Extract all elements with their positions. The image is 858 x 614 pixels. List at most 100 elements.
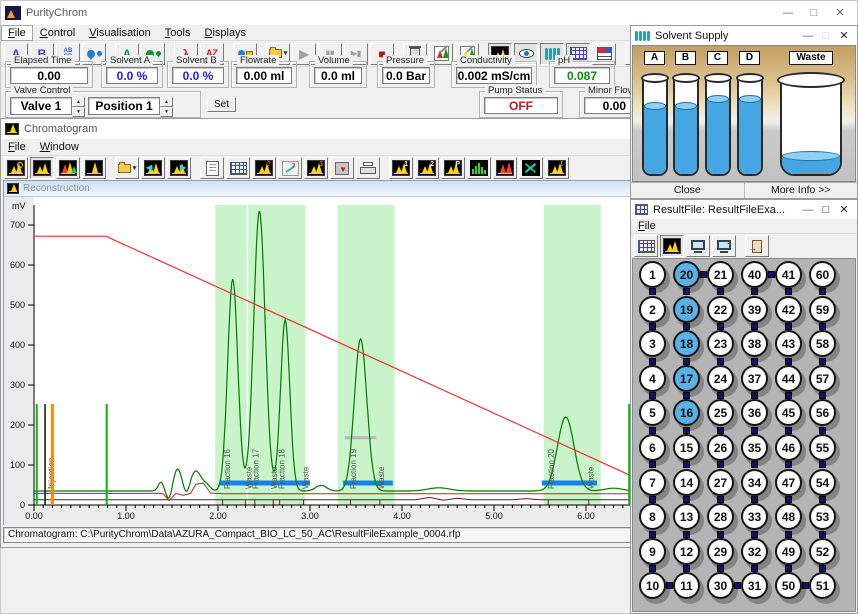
well-2[interactable]: 2 bbox=[639, 296, 666, 323]
menu-control[interactable]: Control bbox=[33, 25, 82, 41]
chromatogram-display-button[interactable] bbox=[30, 157, 54, 179]
well-55[interactable]: 55 bbox=[809, 434, 836, 461]
peak-identification-button[interactable]: ? bbox=[252, 157, 276, 179]
calibration-help-button[interactable]: ? bbox=[278, 157, 302, 179]
well-32[interactable]: 32 bbox=[741, 538, 768, 565]
report-view-button[interactable] bbox=[686, 235, 710, 257]
exit-resultfile-button[interactable]: → bbox=[745, 235, 769, 257]
resultfile-minimize-button[interactable]: — bbox=[799, 201, 817, 219]
well-39[interactable]: 39 bbox=[741, 296, 768, 323]
multi-signal-display-button[interactable] bbox=[56, 157, 80, 179]
peak-calculation-button[interactable]: 3 bbox=[304, 157, 328, 179]
chromatogram-view-button[interactable] bbox=[660, 235, 684, 257]
add-report-button[interactable]: + bbox=[712, 235, 736, 257]
resultfile-close-button[interactable]: ✕ bbox=[835, 201, 853, 219]
well-9[interactable]: 9 bbox=[639, 538, 666, 565]
well-23[interactable]: 23 bbox=[707, 330, 734, 357]
well-54[interactable]: 54 bbox=[809, 469, 836, 496]
well-13[interactable]: 13 bbox=[673, 503, 700, 530]
maximize-button[interactable]: □ bbox=[801, 4, 827, 22]
rack-view-button[interactable] bbox=[634, 235, 658, 257]
well-24[interactable]: 24 bbox=[707, 365, 734, 392]
menu-file[interactable]: File bbox=[1, 25, 33, 41]
solvent-more-info-action[interactable]: More Info >> bbox=[745, 183, 858, 198]
well-8[interactable]: 8 bbox=[639, 503, 666, 530]
well-40[interactable]: 40 bbox=[741, 261, 768, 288]
xy-display-button[interactable] bbox=[519, 157, 543, 179]
reconstruction-chart[interactable]: 0100200300400500600700mV0.001.002.003.00… bbox=[4, 197, 637, 525]
menu-window[interactable]: Window bbox=[33, 139, 86, 155]
well-37[interactable]: 37 bbox=[741, 365, 768, 392]
menu-visualisation[interactable]: Visualisation bbox=[82, 25, 158, 41]
resultfile-maximize-button[interactable]: □ bbox=[817, 201, 835, 219]
well-33[interactable]: 33 bbox=[741, 503, 768, 530]
well-18[interactable]: 18 bbox=[673, 330, 700, 357]
solvent-maximize-button[interactable]: □ bbox=[817, 27, 835, 45]
well-59[interactable]: 59 bbox=[809, 296, 836, 323]
valve-select[interactable]: Valve 1 bbox=[10, 97, 72, 115]
valve-spinner[interactable]: ▲▼ bbox=[72, 97, 85, 115]
print-button[interactable] bbox=[356, 157, 380, 179]
integration-settings-button[interactable] bbox=[226, 157, 250, 179]
well-58[interactable]: 58 bbox=[809, 330, 836, 357]
chart-area[interactable]: 0100200300400500600700mV0.001.002.003.00… bbox=[4, 197, 637, 525]
well-38[interactable]: 38 bbox=[741, 330, 768, 357]
well-44[interactable]: 44 bbox=[775, 365, 802, 392]
next-chromatogram-button[interactable]: ▶ bbox=[167, 157, 191, 179]
set-valve-button[interactable]: Set bbox=[207, 97, 236, 112]
bar-display-button[interactable] bbox=[467, 157, 491, 179]
menu-displays[interactable]: Displays bbox=[197, 25, 253, 41]
report-settings-button[interactable] bbox=[200, 157, 224, 179]
well-42[interactable]: 42 bbox=[775, 296, 802, 323]
well-1[interactable]: 1 bbox=[639, 261, 666, 288]
position-spinner[interactable]: ▲▼ bbox=[160, 97, 173, 115]
well-14[interactable]: 14 bbox=[673, 469, 700, 496]
well-26[interactable]: 26 bbox=[707, 434, 734, 461]
menu-file[interactable]: File bbox=[631, 218, 663, 234]
export-data-button[interactable]: ▼ bbox=[330, 157, 354, 179]
baseline-display-button[interactable]: ! bbox=[545, 157, 569, 179]
well-41[interactable]: 41 bbox=[775, 261, 802, 288]
well-15[interactable]: 15 bbox=[673, 434, 700, 461]
well-35[interactable]: 35 bbox=[741, 434, 768, 461]
well-49[interactable]: 49 bbox=[775, 538, 802, 565]
view-preset-2-button[interactable]: 2 bbox=[415, 157, 439, 179]
minimize-button[interactable]: — bbox=[775, 4, 801, 22]
view-preset-p-button[interactable]: P bbox=[441, 157, 465, 179]
view-preset-1-button[interactable]: 1 bbox=[389, 157, 413, 179]
well-46[interactable]: 46 bbox=[775, 434, 802, 461]
previous-chromatogram-button[interactable]: ◀ bbox=[141, 157, 165, 179]
well-20[interactable]: 20 bbox=[673, 261, 700, 288]
well-47[interactable]: 47 bbox=[775, 469, 802, 496]
well-7[interactable]: 7 bbox=[639, 469, 666, 496]
well-29[interactable]: 29 bbox=[707, 538, 734, 565]
menu-file[interactable]: File bbox=[1, 139, 33, 155]
well-43[interactable]: 43 bbox=[775, 330, 802, 357]
well-4[interactable]: 4 bbox=[639, 365, 666, 392]
close-button[interactable]: ✕ bbox=[827, 4, 853, 22]
well-34[interactable]: 34 bbox=[741, 469, 768, 496]
well-57[interactable]: 57 bbox=[809, 365, 836, 392]
well-17[interactable]: 17 bbox=[673, 365, 700, 392]
well-27[interactable]: 27 bbox=[707, 469, 734, 496]
solvent-minimize-button[interactable]: — bbox=[799, 27, 817, 45]
well-3[interactable]: 3 bbox=[639, 330, 666, 357]
well-53[interactable]: 53 bbox=[809, 503, 836, 530]
well-28[interactable]: 28 bbox=[707, 503, 734, 530]
overlay-display-button[interactable] bbox=[493, 157, 517, 179]
well-52[interactable]: 52 bbox=[809, 538, 836, 565]
well-60[interactable]: 60 bbox=[809, 261, 836, 288]
peak-display-button[interactable] bbox=[82, 157, 106, 179]
valve-position-select[interactable]: Position 1 bbox=[88, 97, 160, 115]
well-48[interactable]: 48 bbox=[775, 503, 802, 530]
solvent-close-action[interactable]: Close bbox=[631, 183, 745, 198]
open-chromatogram-button[interactable]: ▾ bbox=[115, 157, 139, 179]
well-21[interactable]: 21 bbox=[707, 261, 734, 288]
menu-tools[interactable]: Tools bbox=[158, 25, 198, 41]
well-19[interactable]: 19 bbox=[673, 296, 700, 323]
well-12[interactable]: 12 bbox=[673, 538, 700, 565]
solvent-close-button[interactable]: ✕ bbox=[835, 27, 853, 45]
well-6[interactable]: 6 bbox=[639, 434, 666, 461]
well-22[interactable]: 22 bbox=[707, 296, 734, 323]
time-axis-display-button[interactable] bbox=[4, 157, 28, 179]
